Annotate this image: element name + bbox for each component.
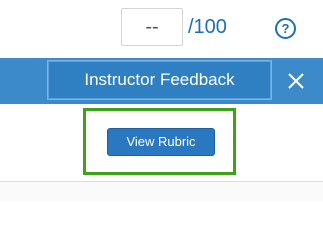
tab-instructor-feedback-label: Instructor Feedback — [84, 70, 235, 89]
tab-instructor-feedback[interactable]: Instructor Feedback — [47, 60, 272, 100]
help-icon[interactable]: ? — [275, 18, 296, 39]
view-rubric-button[interactable]: View Rubric — [107, 128, 215, 156]
score-max-label: /100 — [188, 16, 227, 38]
score-input[interactable] — [121, 8, 183, 46]
close-icon — [288, 73, 304, 89]
close-button[interactable] — [285, 70, 307, 92]
bottom-panel — [0, 182, 323, 201]
score-row: /100 ? — [0, 0, 323, 58]
